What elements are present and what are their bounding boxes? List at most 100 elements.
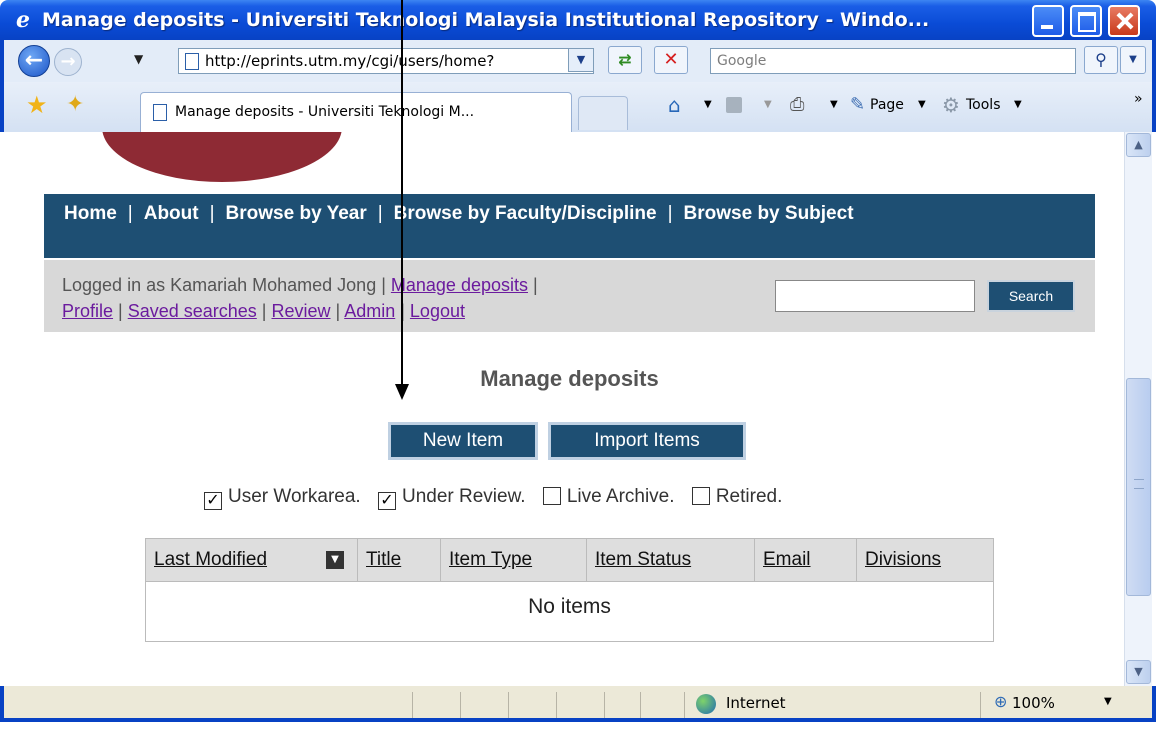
page-menu-dropdown-icon[interactable]: ▼	[918, 94, 926, 116]
home-dropdown-icon[interactable]: ▼	[704, 94, 712, 116]
recent-pages-dropdown-icon[interactable]: ▼	[134, 52, 143, 66]
new-tab-button[interactable]	[578, 96, 628, 130]
address-bar[interactable]: http://eprints.utm.my/cgi/users/home?	[178, 48, 594, 74]
checkbox-unchecked[interactable]	[691, 487, 710, 505]
site-logo	[102, 132, 342, 182]
address-dropdown-icon[interactable]: ▼	[568, 48, 594, 72]
forward-button[interactable]: →	[54, 48, 82, 76]
search-magnifier-button[interactable]: ⚲	[1084, 46, 1118, 74]
nav-browse-by-year[interactable]: Browse by Year	[226, 203, 367, 224]
feeds-icon[interactable]	[726, 97, 742, 113]
page-icon	[153, 104, 167, 121]
column-email[interactable]: Email	[755, 539, 857, 581]
add-favorites-icon[interactable]: ✦	[66, 93, 84, 117]
search-input[interactable]: Google	[710, 48, 1076, 74]
minimize-button[interactable]	[1032, 5, 1064, 37]
sort-descending-icon[interactable]: ▼	[326, 551, 344, 569]
nav-browse-by-faculty[interactable]: Browse by Faculty/Discipline	[394, 203, 657, 224]
site-search-button[interactable]: Search	[987, 280, 1075, 312]
link-review[interactable]: Review	[271, 301, 330, 321]
nav-home[interactable]: Home	[64, 203, 117, 224]
table-header: Last Modified ▼ Title Item Type Item Sta…	[146, 539, 993, 582]
scroll-up-arrow-icon[interactable]: ▲	[1126, 133, 1151, 157]
login-status: Logged in as Kamariah Mohamed Jong | Man…	[62, 275, 538, 321]
zoom-dropdown-icon[interactable]: ▼	[1104, 696, 1112, 707]
print-dropdown-icon[interactable]: ▼	[830, 94, 838, 116]
link-logout[interactable]: Logout	[410, 301, 465, 321]
filter-under-review[interactable]: ✓ Under Review.	[377, 486, 526, 510]
status-divider	[508, 692, 509, 718]
print-icon[interactable]: ⎙	[790, 94, 804, 116]
refresh-button[interactable]: ⇄	[608, 46, 642, 74]
empty-table-message: No items	[528, 595, 611, 618]
status-bar: Internet ⊕ 100% ▼	[0, 686, 1156, 722]
favorites-star-icon[interactable]: ★	[26, 93, 48, 117]
site-navigation: Home | About | Browse by Year | Browse by Facu…	[44, 194, 1095, 258]
tools-menu-dropdown-icon[interactable]: ▼	[1014, 94, 1022, 116]
security-zone: Internet	[726, 694, 786, 712]
filter-user-workarea[interactable]: ✓ User Workarea.	[204, 486, 361, 510]
browser-window: e Manage deposits - Universiti Teknologi…	[0, 0, 1156, 722]
import-items-button[interactable]: Import Items	[548, 422, 746, 460]
status-divider	[684, 692, 685, 718]
checkbox-unchecked[interactable]	[542, 487, 561, 505]
internet-globe-icon	[696, 694, 716, 714]
filter-live-archive[interactable]: Live Archive.	[542, 486, 675, 508]
stop-button[interactable]: ✕	[654, 46, 688, 74]
logged-in-as-text: Logged in as Kamariah Mohamed Jong	[62, 275, 377, 295]
maximize-button[interactable]	[1070, 5, 1102, 37]
nav-browse-by-subject[interactable]: Browse by Subject	[684, 203, 854, 224]
nav-separator: |	[127, 203, 133, 224]
link-profile[interactable]: Profile	[62, 301, 113, 321]
filter-label: Live Archive.	[566, 486, 675, 507]
annotation-arrow-line	[401, 0, 403, 386]
window-title: Manage deposits - Universiti Teknologi M…	[42, 9, 930, 31]
status-divider	[980, 692, 981, 718]
filter-label: User Workarea.	[228, 486, 361, 507]
search-options-dropdown-icon[interactable]: ▼	[1120, 46, 1146, 74]
status-filters: ✓ User Workarea. ✓ Under Review. Live Arch…	[204, 486, 794, 510]
vertical-scrollbar[interactable]: ▲ ▼	[1124, 132, 1152, 686]
home-icon[interactable]: ⌂	[668, 94, 681, 116]
page-content: Home | About | Browse by Year | Browse by Facu…	[4, 132, 1124, 686]
filter-label: Retired.	[715, 486, 783, 507]
deposits-table: Last Modified ▼ Title Item Type Item Sta…	[145, 538, 994, 642]
back-button[interactable]: ←	[18, 45, 50, 77]
scrollbar-thumb[interactable]	[1126, 378, 1151, 596]
page-menu-icon[interactable]: ✎	[850, 94, 865, 116]
link-admin[interactable]: Admin	[344, 301, 395, 321]
zoom-level[interactable]: 100%	[1012, 694, 1055, 712]
column-item-type[interactable]: Item Type	[441, 539, 587, 581]
checkbox-checked[interactable]: ✓	[204, 492, 222, 510]
column-title[interactable]: Title	[358, 539, 441, 581]
site-search-input[interactable]	[775, 280, 975, 312]
feeds-dropdown-icon[interactable]: ▼	[764, 94, 772, 116]
login-bar: Logged in as Kamariah Mohamed Jong | Man…	[44, 260, 1095, 332]
search-placeholder: Google	[717, 53, 767, 69]
nav-about[interactable]: About	[144, 203, 199, 224]
column-divisions[interactable]: Divisions	[857, 539, 993, 581]
checkbox-checked[interactable]: ✓	[377, 492, 396, 510]
nav-separator: |	[209, 203, 215, 224]
status-divider	[604, 692, 605, 718]
address-toolbar: ← → ▼ http://eprints.utm.my/cgi/users/ho…	[0, 40, 1156, 82]
tab-manage-deposits[interactable]: Manage deposits - Universiti Teknologi M…	[140, 92, 572, 132]
address-url[interactable]: http://eprints.utm.my/cgi/users/home?	[205, 52, 494, 70]
annotation-arrow-head	[395, 384, 409, 400]
tools-menu-label[interactable]: Tools	[966, 94, 1001, 116]
page-menu-label[interactable]: Page	[870, 94, 904, 116]
scroll-down-arrow-icon[interactable]: ▼	[1126, 660, 1151, 684]
zoom-icon[interactable]: ⊕	[994, 692, 1007, 711]
link-manage-deposits[interactable]: Manage deposits	[391, 275, 528, 295]
link-saved-searches[interactable]: Saved searches	[128, 301, 257, 321]
new-item-button[interactable]: New Item	[388, 422, 538, 460]
filter-retired[interactable]: Retired.	[691, 486, 783, 508]
column-item-status[interactable]: Item Status	[587, 539, 755, 581]
tools-gear-icon[interactable]: ⚙	[942, 94, 960, 116]
filter-label: Under Review.	[401, 486, 526, 507]
nav-separator: |	[667, 203, 673, 224]
close-button[interactable]	[1108, 5, 1140, 37]
title-bar: e Manage deposits - Universiti Teknologi…	[0, 0, 1156, 40]
more-commands-chevron-icon[interactable]: »	[1134, 88, 1143, 110]
page-icon	[185, 53, 199, 70]
